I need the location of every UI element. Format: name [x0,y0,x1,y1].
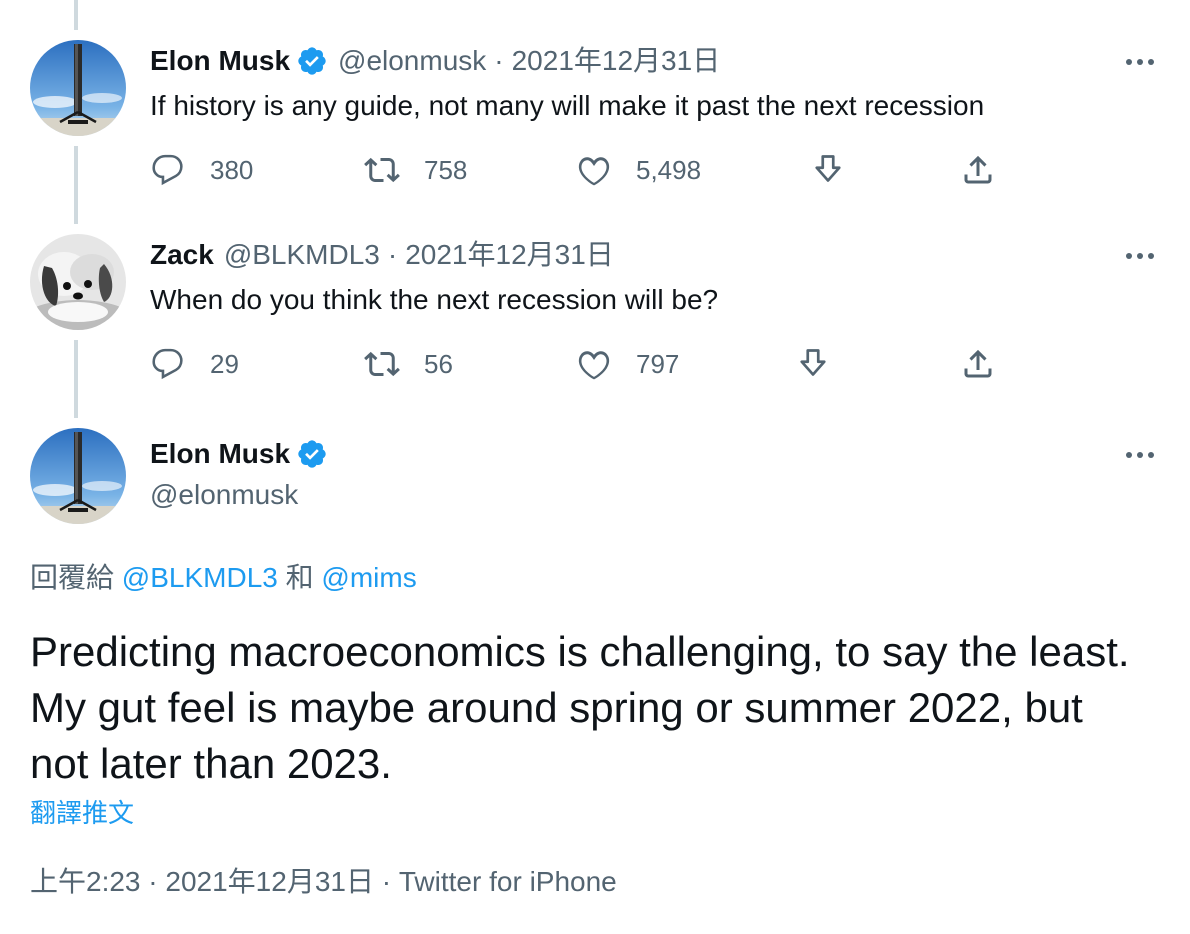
reply-count: 380 [210,154,254,185]
replying-to: 回覆給 @BLKMDL3 和 @mims [30,560,417,596]
avatar-elonmusk[interactable] [30,428,126,524]
like-button[interactable]: 5,498 [576,150,701,190]
share-button[interactable] [960,150,996,190]
author-name[interactable]: Zack [150,238,214,272]
separator-dot: · [148,866,158,897]
retweet-count: 758 [424,154,468,185]
reply-conjunction: 和 [285,562,314,593]
more-icon[interactable] [1120,445,1160,465]
translate-tweet-link[interactable]: 翻譯推文 [30,797,134,829]
retweet-button[interactable]: 758 [364,150,467,190]
author-name[interactable]: Elon Musk [150,44,290,78]
tweet-text: When do you think the next recession wil… [150,284,719,315]
mention-link-blkmdl3[interactable]: @BLKMDL3 [122,562,278,593]
tweet-time[interactable]: 上午2:23 [30,866,141,897]
reply-button[interactable]: 380 [150,150,253,190]
retweet-button[interactable]: 56 [364,344,453,384]
tweet-2-actions: 29 56 797 [150,344,1010,384]
tweet-1-actions: 380 758 5,498 [150,150,1010,190]
separator-dot: · [494,45,504,76]
reply-count: 29 [210,348,239,379]
share-icon [964,349,992,378]
verified-badge-icon [296,45,328,77]
download-button[interactable] [810,150,846,190]
reply-prefix: 回覆給 [30,562,115,593]
tweet-text: If history is any guide, not many will m… [150,90,985,121]
reply-icon [152,348,183,380]
author-handle[interactable]: @elonmusk [150,478,298,512]
more-icon[interactable] [1120,52,1160,72]
separator-dot: · [381,866,392,897]
mention-link-mims[interactable]: @mims [321,562,416,593]
separator-dot: · [387,239,398,270]
tweet-2-header: Zack @BLKMDL3 · 2021年12月31日 [150,238,614,272]
like-count: 797 [636,348,680,379]
reply-icon [152,154,183,186]
share-icon [964,155,992,184]
author-name[interactable]: Elon Musk [150,437,290,471]
tweet-source[interactable]: Twitter for iPhone [399,866,617,897]
heart-icon [578,351,610,380]
heart-icon [578,157,610,186]
avatar-elonmusk[interactable] [30,40,126,136]
like-count: 5,498 [636,154,702,185]
avatar-blkmdl3[interactable] [30,234,126,330]
retweet-icon [364,157,400,183]
tweet-thread-page: Elon Musk @elonmusk · 2021年12月31日 If his… [0,0,1190,934]
retweet-count: 56 [424,348,453,379]
author-handle[interactable]: @elonmusk [338,44,486,78]
tweet-date[interactable]: 2021年12月31日 [165,866,374,897]
tweet-date[interactable]: 2021年12月31日 [405,238,614,272]
share-button[interactable] [960,344,996,384]
thread-line-1 [74,146,78,224]
reply-button[interactable]: 29 [150,344,239,384]
download-icon [800,349,826,376]
author-handle[interactable]: @BLKMDL3 [224,238,380,272]
main-author-name-row: Elon Musk [150,437,328,471]
tweet-meta: 上午2:23 · 2021年12月31日 · Twitter for iPhon… [30,864,617,900]
thread-line-2 [74,340,78,418]
main-tweet-text: Predicting macroeconomics is challenging… [30,628,1130,787]
thread-line-top [74,0,78,30]
tweet-1-header: Elon Musk @elonmusk · 2021年12月31日 [150,44,720,78]
verified-badge-icon [296,438,328,470]
download-button[interactable] [795,344,831,384]
retweet-icon [364,351,400,377]
like-button[interactable]: 797 [576,344,679,384]
download-icon [815,155,841,182]
tweet-date[interactable]: 2021年12月31日 [512,44,721,78]
more-icon[interactable] [1120,246,1160,266]
